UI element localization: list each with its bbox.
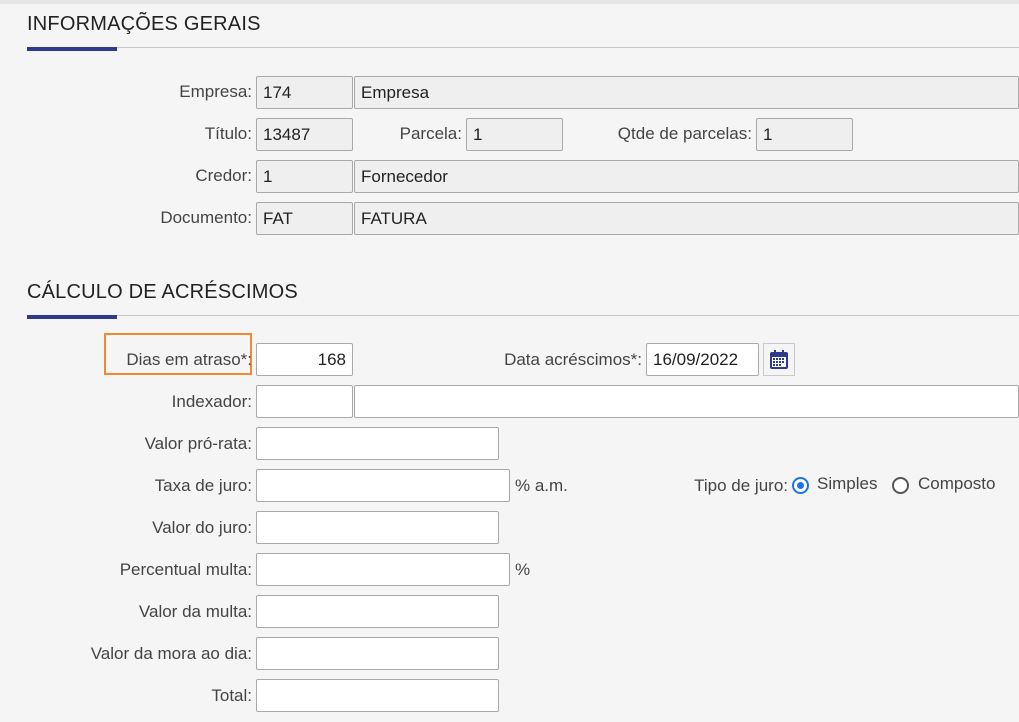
radio-composto-label[interactable]: Composto <box>918 474 995 494</box>
radio-composto[interactable] <box>892 477 909 494</box>
radio-simples[interactable] <box>792 477 809 494</box>
section-accent <box>27 47 117 51</box>
indexador-code-field[interactable] <box>256 385 353 418</box>
credor-name-field[interactable] <box>354 160 1019 193</box>
valor-juro-field[interactable] <box>256 511 499 544</box>
valor-pro-rata-label: Valor pró-rata: <box>144 434 252 453</box>
top-strip <box>0 0 1019 4</box>
valor-pro-rata-field[interactable] <box>256 427 499 460</box>
data-acrescimos-field[interactable] <box>646 343 759 376</box>
empresa-code-field[interactable] <box>256 76 353 109</box>
tipo-juro-label: Tipo de juro: <box>694 476 788 495</box>
total-field[interactable] <box>256 679 499 712</box>
empresa-name-field[interactable] <box>354 76 1019 109</box>
percentual-multa-unit: % <box>515 560 531 579</box>
taxa-juro-unit: % a.m. <box>515 476 568 495</box>
section-accent <box>27 315 117 319</box>
credor-label: Credor: <box>195 166 252 185</box>
total-label: Total: <box>211 686 252 705</box>
credor-code-field[interactable] <box>256 160 353 193</box>
section-title-calculo-acrescimos: CÁLCULO DE ACRÉSCIMOS <box>27 281 298 303</box>
taxa-juro-label: Taxa de juro: <box>154 476 252 495</box>
dias-atraso-field[interactable] <box>256 343 353 376</box>
documento-label: Documento: <box>160 208 252 227</box>
percentual-multa-field[interactable] <box>256 553 510 586</box>
calendar-button[interactable] <box>763 343 795 376</box>
qtde-parcelas-label: Qtde de parcelas: <box>617 124 752 143</box>
radio-simples-label[interactable]: Simples <box>817 474 877 494</box>
parcela-field[interactable] <box>466 118 563 151</box>
percentual-multa-label: Percentual multa: <box>119 560 252 579</box>
valor-multa-label: Valor da multa: <box>138 602 252 621</box>
section-divider <box>27 315 1019 316</box>
valor-mora-dia-field[interactable] <box>256 637 499 670</box>
valor-mora-dia-label: Valor da mora ao dia: <box>90 644 252 663</box>
titulo-label: Título: <box>204 124 252 143</box>
taxa-juro-field[interactable] <box>256 469 510 502</box>
valor-multa-field[interactable] <box>256 595 499 628</box>
titulo-field[interactable] <box>256 118 353 151</box>
valor-juro-label: Valor do juro: <box>152 518 252 537</box>
indexador-name-field[interactable] <box>354 385 1019 418</box>
qtde-parcelas-field[interactable] <box>756 118 853 151</box>
documento-code-field[interactable] <box>256 202 353 235</box>
documento-name-field[interactable] <box>354 202 1019 235</box>
empresa-label: Empresa: <box>179 82 252 101</box>
parcela-label: Parcela: <box>399 124 462 143</box>
dias-atraso-label: Dias em atraso*: <box>126 350 252 369</box>
calendar-icon <box>770 349 788 369</box>
indexador-label: Indexador: <box>171 392 252 411</box>
section-title-informacoes-gerais: INFORMAÇÕES GERAIS <box>27 13 261 35</box>
data-acrescimos-label: Data acréscimos*: <box>504 350 642 369</box>
section-divider <box>27 47 1019 48</box>
